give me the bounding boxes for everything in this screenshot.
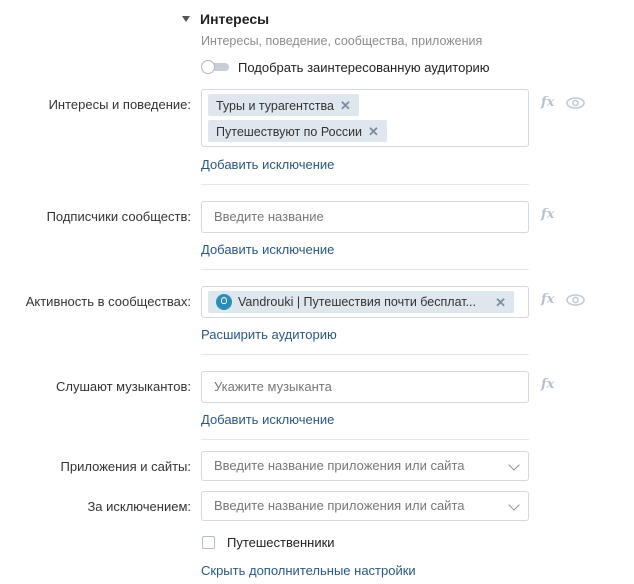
except-select[interactable]: Введите название приложения или сайта (201, 491, 529, 521)
interests-field[interactable]: Туры и турагентства ✕ Путешествуют по Рос… (201, 89, 529, 147)
divider (201, 354, 529, 355)
fx-icon[interactable]: fx (541, 95, 554, 110)
section-subtitle: Интересы, поведение, сообщества, приложе… (201, 34, 483, 48)
caret-down-icon (182, 16, 190, 22)
apps-placeholder: Введите название приложения или сайта (214, 458, 465, 473)
subscribers-add-exclusion-link[interactable]: Добавить исключение (201, 242, 334, 257)
travelers-label[interactable]: Путешественники (227, 535, 335, 550)
music-label: Слушают музыкантов: (56, 379, 191, 394)
except-label: За исключением: (87, 499, 191, 514)
tag-label: Путешествуют по России (216, 125, 363, 139)
except-placeholder: Введите название приложения или сайта (214, 498, 465, 513)
toggle-label[interactable]: Подобрать заинтересованную аудиторию (238, 60, 490, 75)
community-tag: Vandrouki | Путешествия почти бесплат...… (208, 291, 514, 313)
interest-tag: Путешествуют по России ✕ (208, 120, 387, 142)
interests-label: Интересы и поведение: (48, 97, 191, 112)
subscribers-input[interactable]: Введите название (201, 201, 529, 233)
close-icon[interactable]: ✕ (368, 124, 379, 139)
divider (201, 439, 529, 440)
music-input[interactable]: Укажите музыканта (201, 371, 529, 403)
audience-toggle[interactable] (201, 60, 229, 74)
subscribers-label: Подписчики сообществ: (46, 209, 191, 224)
expand-audience-link[interactable]: Расширить аудиторию (201, 327, 337, 342)
fx-icon[interactable]: fx (541, 292, 554, 307)
hide-settings-link[interactable]: Скрыть дополнительные настройки (201, 563, 416, 578)
section-title: Интересы (200, 11, 270, 27)
community-avatar-icon (216, 294, 232, 310)
subscribers-placeholder: Введите название (214, 209, 324, 224)
toggle-knob (201, 60, 215, 74)
divider (201, 184, 529, 185)
eye-icon[interactable] (566, 97, 585, 109)
chevron-down-icon (508, 499, 520, 511)
music-add-exclusion-link[interactable]: Добавить исключение (201, 412, 334, 427)
tag-label: Туры и турагентства (216, 99, 334, 113)
chevron-down-icon (508, 459, 520, 471)
apps-label: Приложения и сайты: (60, 459, 191, 474)
travelers-checkbox[interactable] (202, 536, 215, 549)
close-icon[interactable]: ✕ (495, 295, 506, 311)
activity-label: Активность в сообществах: (25, 294, 191, 309)
interest-tag: Туры и турагентства ✕ (208, 94, 359, 116)
interests-add-exclusion-link[interactable]: Добавить исключение (201, 157, 334, 172)
fx-icon[interactable]: fx (541, 207, 554, 222)
fx-icon[interactable]: fx (541, 377, 554, 392)
activity-field[interactable]: Vandrouki | Путешествия почти бесплат...… (201, 286, 529, 318)
apps-select[interactable]: Введите название приложения или сайта (201, 451, 529, 481)
eye-icon[interactable] (566, 294, 585, 306)
close-icon[interactable]: ✕ (340, 98, 351, 113)
music-placeholder: Укажите музыканта (214, 379, 332, 394)
section-header[interactable]: Интересы (182, 11, 269, 27)
tag-label: Vandrouki | Путешествия почти бесплат... (238, 295, 477, 309)
divider (201, 269, 529, 270)
